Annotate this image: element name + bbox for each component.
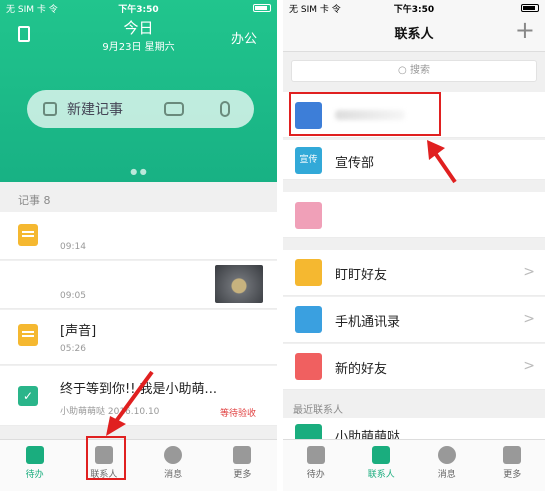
status-bar: 无 SIM 卡 令 下午3:50 xyxy=(283,0,545,16)
contacts-header: 无 SIM 卡 令 下午3:50 联系人 + xyxy=(283,0,545,52)
new-friends-row[interactable]: 新的好友 > xyxy=(283,344,545,390)
recent-section-header: 最近联系人 xyxy=(293,405,343,416)
tab-contacts[interactable]: 联系人 xyxy=(349,440,415,491)
highlight-box xyxy=(289,92,441,136)
tab-bar: 待办 联系人 消息 更多 xyxy=(0,439,277,491)
tab-label: 消息 xyxy=(164,470,183,480)
todo-icon xyxy=(25,446,44,464)
tab-label: 更多 xyxy=(503,470,522,480)
tab-label: 更多 xyxy=(233,470,252,480)
tab-messages[interactable]: 消息 xyxy=(414,440,480,491)
note-item[interactable]: 09:14 xyxy=(0,212,277,260)
page-title: 联系人 xyxy=(394,27,434,42)
tab-more[interactable]: 更多 xyxy=(208,440,277,491)
person-icon xyxy=(372,446,391,464)
office-button[interactable]: 办公 xyxy=(231,28,257,47)
tab-label: 待办 xyxy=(306,470,325,480)
note-icon xyxy=(18,324,38,346)
right-phone-screen: 无 SIM 卡 令 下午3:50 联系人 + ○ 搜索 宣传 宣传部 盯盯好友 … xyxy=(283,0,545,491)
search-icon: ○ xyxy=(398,65,410,76)
microphone-icon[interactable] xyxy=(220,101,230,117)
status-badge: 等待验收 xyxy=(220,409,257,419)
tab-todo[interactable]: 待办 xyxy=(283,440,349,491)
chevron-right-icon: > xyxy=(523,311,535,327)
dept-label: 宣传部 xyxy=(335,156,375,171)
add-button[interactable]: + xyxy=(515,18,535,42)
group-icon xyxy=(295,202,322,229)
red-arrow xyxy=(106,370,154,436)
new-note-label: 新建记事 xyxy=(67,102,123,118)
chevron-right-icon: > xyxy=(523,358,535,374)
friends-row[interactable]: 盯盯好友 > xyxy=(283,250,545,296)
note-time: 09:14 xyxy=(60,242,86,252)
note-icon xyxy=(18,224,38,246)
battery-icon xyxy=(521,4,539,15)
chat-icon xyxy=(164,446,183,464)
cat-thumbnail xyxy=(215,265,263,303)
edit-icon xyxy=(43,102,57,116)
left-phone-screen: 无 SIM 卡 令 下午3:50 今日 9月23日 星期六 办公 新建记事 ● … xyxy=(0,0,277,491)
phone-contacts-row[interactable]: 手机通讯录 > xyxy=(283,297,545,343)
group-row[interactable] xyxy=(283,192,545,238)
note-item[interactable]: [声音] 05:26 xyxy=(0,310,277,365)
status-bar: 无 SIM 卡 令 下午3:50 xyxy=(0,0,277,16)
battery-icon xyxy=(253,4,271,15)
notes-section-header: 记事 8 xyxy=(18,194,51,207)
tab-more[interactable]: 更多 xyxy=(480,440,545,491)
tab-label: 消息 xyxy=(437,470,456,480)
camera-icon[interactable] xyxy=(164,102,184,116)
new-friends-label: 新的好友 xyxy=(335,362,388,377)
clock: 下午3:50 xyxy=(118,5,159,15)
tab-label: 待办 xyxy=(25,470,44,480)
note-time: 05:26 xyxy=(60,344,86,354)
grid-icon xyxy=(233,446,252,464)
page-dots: ● ● xyxy=(130,167,147,176)
phone-contacts-label: 手机通讯录 xyxy=(335,315,401,330)
phone-icon xyxy=(295,306,322,333)
red-arrow xyxy=(427,140,457,184)
note-item[interactable]: 09:05 xyxy=(0,261,277,309)
clock: 下午3:50 xyxy=(393,5,435,15)
check-icon: ✓ xyxy=(18,386,38,406)
today-header: 无 SIM 卡 令 下午3:50 今日 9月23日 星期六 办公 新建记事 ● … xyxy=(0,0,277,182)
tab-todo[interactable]: 待办 xyxy=(0,440,69,491)
tab-bar: 待办 联系人 消息 更多 xyxy=(283,439,545,491)
highlight-box xyxy=(86,436,126,480)
search-placeholder: 搜索 xyxy=(409,65,430,76)
dept-icon: 宣传 xyxy=(295,147,322,174)
tab-label: 联系人 xyxy=(367,470,395,480)
new-note-bar[interactable]: 新建记事 xyxy=(27,90,254,128)
note-time: 09:05 xyxy=(60,291,86,301)
chevron-right-icon: > xyxy=(523,264,535,280)
friends-icon xyxy=(295,259,322,286)
dept-row[interactable]: 宣传 宣传部 xyxy=(283,140,545,180)
grid-icon xyxy=(503,446,522,464)
tab-messages[interactable]: 消息 xyxy=(139,440,208,491)
add-person-icon xyxy=(295,353,322,380)
friends-label: 盯盯好友 xyxy=(335,268,388,283)
search-input[interactable]: ○ 搜索 xyxy=(291,60,537,82)
todo-icon xyxy=(306,446,325,464)
note-title: [声音] xyxy=(60,324,97,339)
chat-icon xyxy=(437,446,456,464)
